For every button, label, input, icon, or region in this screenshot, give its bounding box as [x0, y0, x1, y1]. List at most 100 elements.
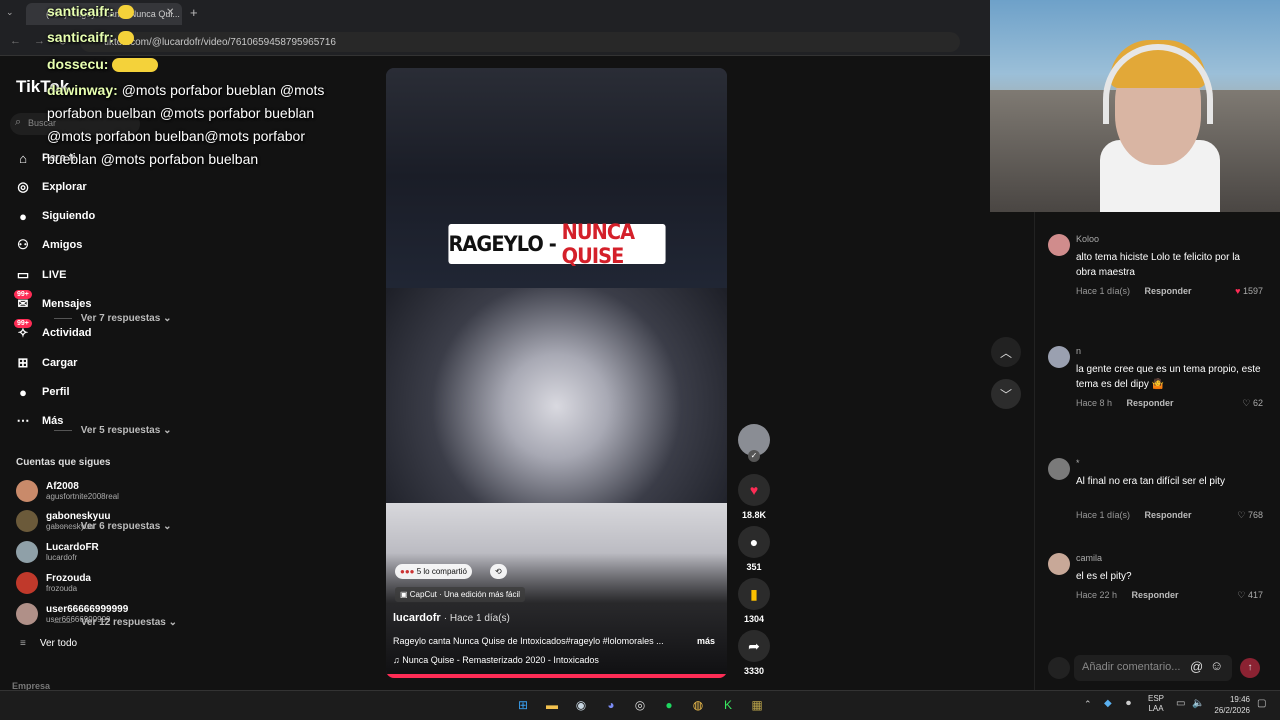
sidebar-item-live[interactable]: ▭ LIVE: [14, 264, 67, 286]
shared-avatars: ●●●: [400, 567, 415, 576]
search-icon: ⌕: [15, 116, 22, 128]
more-link[interactable]: más: [697, 636, 715, 646]
chrome-icon[interactable]: ◍: [688, 695, 708, 715]
emote-icon: [117, 31, 134, 46]
next-video-button[interactable]: ﹀: [991, 379, 1021, 409]
post-comment-button[interactable]: ↑: [1240, 658, 1260, 678]
windows-start-icon[interactable]: ⊞: [513, 695, 533, 715]
view-replies-button[interactable]: Ver 12 respuestas ⌄: [54, 617, 177, 628]
save-button[interactable]: ▮ 1304: [738, 578, 770, 624]
comment-text: el es el pity?: [1076, 571, 1132, 582]
browser-tab-bar: ⌄ (99+) Rageylo canta Nunca Qui... ✕ +: [0, 0, 990, 28]
like-button[interactable]: ♥ 18.8K: [738, 474, 770, 520]
sidebar-item-label: Siguiendo: [42, 210, 96, 222]
forward-icon[interactable]: →: [34, 35, 45, 47]
view-replies-button[interactable]: Ver 6 respuestas ⌄: [54, 521, 172, 532]
language-indicator[interactable]: ESP LAA: [1148, 694, 1164, 714]
mention-icon[interactable]: @: [1190, 659, 1203, 674]
comment-like-button[interactable]: ♡ 768: [1237, 510, 1263, 521]
account-username: agusfortnite2008real: [46, 492, 119, 501]
reply-button[interactable]: Responder: [1145, 286, 1192, 296]
file-explorer-icon[interactable]: ▬: [542, 695, 562, 715]
view-replies-label: Ver 12 respuestas: [80, 617, 166, 628]
comment-like-button[interactable]: ♡ 417: [1237, 590, 1263, 601]
obs-icon[interactable]: ◎: [630, 695, 650, 715]
comment-username[interactable]: camila: [1076, 553, 1102, 563]
new-tab-button[interactable]: +: [190, 5, 198, 20]
sidebar-item-siguiendo[interactable]: ● Siguiendo: [14, 205, 95, 227]
music-line[interactable]: ♫ Nunca Quise - Remasterizado 2020 - Int…: [393, 655, 599, 665]
emote-icon: [117, 5, 134, 20]
view-replies-label: Ver 7 respuestas: [80, 313, 161, 324]
tray-app-icon[interactable]: ◆: [1104, 698, 1112, 709]
comment-username[interactable]: *: [1076, 458, 1080, 468]
comment-time: Hace 8 h: [1076, 398, 1113, 408]
previous-video-button[interactable]: ︿: [991, 337, 1021, 367]
app-icon[interactable]: ▦: [747, 695, 767, 715]
steam-icon[interactable]: ◉: [571, 695, 591, 715]
back-icon[interactable]: ←: [10, 35, 21, 47]
compass-icon: ◎: [17, 179, 29, 194]
comment-avatar[interactable]: [1048, 553, 1070, 575]
sidebar-item-cargar[interactable]: ⊞ Cargar: [14, 352, 78, 374]
video-progress-bar[interactable]: [386, 674, 727, 678]
following-account[interactable]: Frozouda frozouda: [16, 572, 91, 594]
video-time: · Hace 1 día(s): [443, 613, 510, 624]
comment-button[interactable]: ● 351: [738, 526, 770, 572]
volume-icon[interactable]: 🔈: [1192, 698, 1204, 709]
spotify-icon[interactable]: ●: [659, 695, 679, 715]
comment-like-button[interactable]: ♡ 62: [1242, 398, 1263, 409]
reply-button[interactable]: Responder: [1127, 398, 1174, 408]
reply-button[interactable]: Responder: [1132, 590, 1179, 600]
tab-search-button[interactable]: ⌄: [6, 7, 14, 18]
tray-chevron-icon[interactable]: ⌃: [1084, 699, 1092, 710]
comment-avatar[interactable]: [1048, 234, 1070, 256]
sidebar-item-explorar[interactable]: ◎ Explorar: [14, 176, 86, 198]
comment-like-count: 1597: [1242, 286, 1263, 296]
chat-message: santicaifr:: [47, 0, 134, 23]
capcut-tag[interactable]: ▣ CapCut · Una edición más fácil: [395, 587, 526, 602]
creator-avatar[interactable]: ✓: [738, 424, 770, 462]
avatar-icon: ●: [19, 208, 27, 224]
avatar: [16, 603, 38, 625]
language-code: ESP: [1148, 694, 1165, 703]
emoji-icon[interactable]: ☺: [1210, 658, 1223, 673]
following-account[interactable]: LucardoFR lucardofr: [16, 541, 99, 563]
comment-like-count: 768: [1247, 510, 1263, 520]
comment-username[interactable]: n: [1076, 346, 1081, 356]
comment-input[interactable]: Añadir comentario... @ ☺: [1074, 655, 1232, 681]
sidebar-item-amigos[interactable]: ⚇ Amigos: [14, 234, 82, 256]
comment-icon: ●: [738, 526, 770, 558]
view-replies-button[interactable]: Ver 5 respuestas ⌄: [54, 425, 172, 436]
video-player[interactable]: RAGEYLO - NUNCA QUISE ●●● 5 lo compartió…: [386, 68, 727, 678]
repost-icon[interactable]: ⟲: [490, 564, 507, 579]
account-name: Frozouda: [46, 573, 91, 584]
clock[interactable]: 19:46 26/2/2026: [1208, 694, 1250, 716]
view-replies-button[interactable]: Ver 7 respuestas ⌄: [54, 313, 172, 324]
home-icon: ⌂: [19, 150, 27, 166]
capcut-icon: ▣: [400, 590, 410, 599]
kick-icon[interactable]: K: [718, 695, 738, 715]
network-icon[interactable]: ▭: [1176, 698, 1185, 709]
comment-avatar[interactable]: [1048, 346, 1070, 368]
avatar: [16, 572, 38, 594]
following-title: Cuentas que sigues: [16, 457, 111, 468]
share-button[interactable]: ➦ 3330: [738, 630, 770, 676]
account-username: lucardofr: [46, 553, 78, 562]
comment-username[interactable]: Koloo: [1076, 234, 1099, 244]
notifications-icon[interactable]: ▢: [1257, 698, 1266, 709]
sidebar-item-perfil[interactable]: ● Perfil: [14, 381, 69, 403]
discord-icon[interactable]: ◕: [601, 695, 621, 715]
microphone-icon[interactable]: ⏺: [1126, 698, 1131, 709]
comment-like-button[interactable]: ♥ 1597: [1235, 286, 1263, 296]
close-tab-icon[interactable]: ✕: [166, 7, 174, 18]
following-account[interactable]: Af2008 agusfortnite2008real: [16, 480, 119, 502]
see-all-link[interactable]: ≡ Ver todo: [20, 638, 77, 649]
follow-check-icon[interactable]: ✓: [748, 450, 760, 462]
reply-button[interactable]: Responder: [1145, 510, 1192, 520]
video-author[interactable]: lucardofr: [393, 612, 441, 624]
shared-pill[interactable]: ●●● 5 lo compartió: [395, 564, 472, 579]
chevron-down-icon: ⌄: [168, 617, 178, 628]
comment-avatar[interactable]: [1048, 458, 1070, 480]
comment-item: camila el es el pity? Hace 22 h Responde…: [1048, 553, 1263, 613]
